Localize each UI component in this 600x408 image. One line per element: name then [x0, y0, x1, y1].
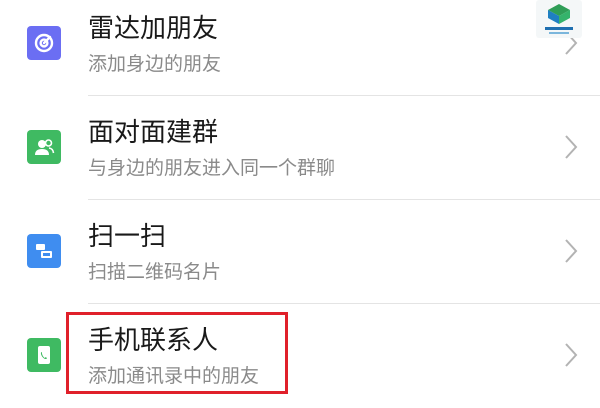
item-title: 手机联系人 — [88, 326, 219, 356]
phone-contacts-icon — [27, 338, 61, 372]
chevron-right-icon — [565, 239, 578, 263]
item-title: 雷达加朋友 — [88, 14, 219, 44]
add-friends-options-list: 雷达加朋友 添加身边的朋友 面对面建群 与身边的朋友进入同一个群聊 扫一扫 扫描… — [0, 0, 600, 408]
face-to-face-group-item[interactable]: 面对面建群 与身边的朋友进入同一个群聊 — [0, 96, 600, 200]
phone-contacts-item[interactable]: 手机联系人 添加通讯录中的朋友 — [0, 304, 600, 408]
item-subtitle: 扫描二维码名片 — [88, 261, 222, 283]
radar-icon — [27, 26, 61, 60]
item-subtitle: 添加通讯录中的朋友 — [88, 365, 260, 387]
item-title: 扫一扫 — [88, 222, 167, 252]
radar-add-friends-item[interactable]: 雷达加朋友 添加身边的朋友 — [0, 0, 600, 96]
face-to-face-group-icon — [27, 130, 61, 164]
item-subtitle: 添加身边的朋友 — [88, 53, 222, 75]
item-title: 面对面建群 — [88, 118, 219, 148]
scan-qr-item[interactable]: 扫一扫 扫描二维码名片 — [0, 200, 600, 304]
chevron-right-icon — [565, 343, 578, 367]
scan-icon — [27, 234, 61, 268]
item-subtitle: 与身边的朋友进入同一个群聊 — [88, 157, 336, 179]
chevron-right-icon — [565, 135, 578, 159]
site-logo-icon — [536, 0, 582, 38]
